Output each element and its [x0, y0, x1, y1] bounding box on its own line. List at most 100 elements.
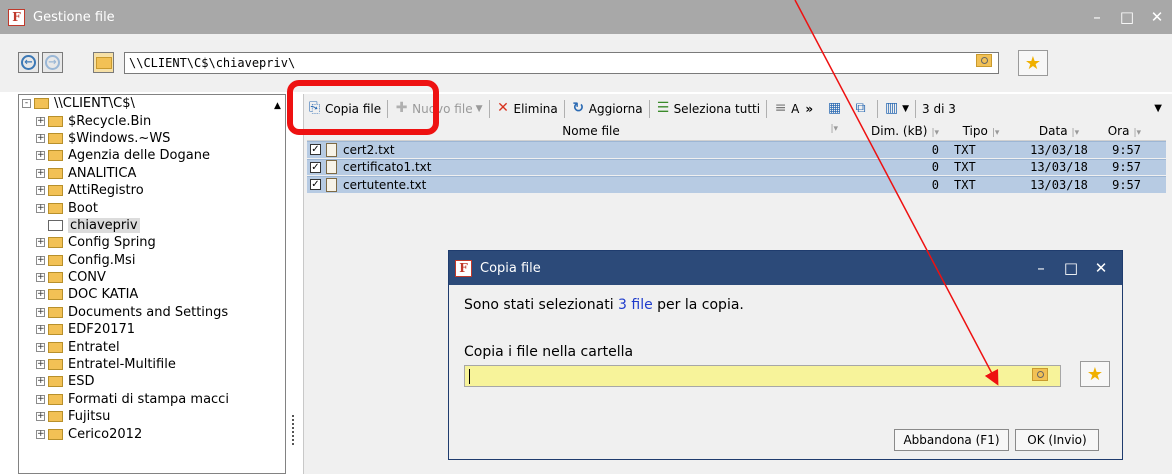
expand-icon[interactable]: + [36, 290, 45, 300]
tree-item[interactable]: + CONV [19, 269, 285, 286]
file-icon-cell [323, 142, 340, 157]
expand-icon[interactable]: + [36, 151, 45, 161]
export-button[interactable]: ⧉ [849, 98, 875, 120]
toolbar-separator [563, 99, 565, 118]
forward-button[interactable]: → [42, 52, 63, 73]
delete-button[interactable]: ✕ Elimina [492, 98, 562, 120]
tree-scroll-up[interactable]: ▲ [270, 96, 285, 116]
folder-tree[interactable]: - \\CLIENT\C$\ + $Recycle.Bin + $Windows.~WS +… [18, 94, 286, 474]
sort-button[interactable]: ≡ A [769, 98, 803, 120]
tree-item[interactable]: + ANALITICA [19, 165, 285, 182]
expand-icon[interactable]: + [36, 203, 45, 213]
tree-item[interactable]: + EDF20171 [19, 321, 285, 338]
tree-item-label: CONV [68, 270, 106, 286]
tree-item[interactable]: + Fujitsu [19, 408, 285, 425]
expand-icon[interactable]: + [36, 116, 45, 126]
header-tipo[interactable]: Tipo |▾ [942, 124, 1020, 138]
destination-folder-input[interactable] [464, 365, 1061, 387]
table-row[interactable]: ✓ certificato1.txt 0 TXT 13/03/18 9:57 [307, 158, 1166, 175]
header-ora[interactable]: Ora |▾ [1098, 124, 1144, 138]
expand-icon[interactable]: + [36, 238, 45, 248]
counter-dropdown-button[interactable]: ▼ [1150, 98, 1166, 120]
select-all-label: Seleziona tutti [673, 101, 761, 116]
columns-button[interactable]: ▥ ▼ [880, 98, 913, 120]
expand-icon[interactable]: + [36, 412, 45, 422]
row-checkbox[interactable]: ✓ [310, 144, 321, 156]
row-checkbox-cell[interactable]: ✓ [307, 179, 323, 191]
tree-item[interactable]: + AttiRegistro [19, 182, 285, 199]
expand-icon[interactable]: + [36, 186, 45, 196]
copy-file-button[interactable]: ⎘ Copia file [303, 98, 385, 120]
text-caret [469, 369, 470, 384]
tree-item[interactable]: + Entratel [19, 338, 285, 355]
expand-icon[interactable]: + [36, 377, 45, 387]
tree-item-label: \\CLIENT\C$\ [54, 96, 135, 112]
refresh-button[interactable]: ↻ Aggiorna [567, 98, 647, 120]
row-checkbox[interactable]: ✓ [310, 161, 321, 173]
row-checkbox[interactable]: ✓ [310, 179, 321, 191]
folder-up-button[interactable] [93, 52, 114, 73]
tree-item[interactable]: + Config.Msi [19, 252, 285, 269]
file-icon-cell [323, 160, 340, 175]
header-dim[interactable]: Dim. (kB) |▾ [842, 124, 942, 138]
tree-item[interactable]: + $Windows.~WS [19, 130, 285, 147]
tree-item[interactable]: + $Recycle.Bin [19, 112, 285, 129]
header-check-column[interactable] [307, 130, 323, 132]
close-button[interactable]: ✕ [1142, 8, 1172, 26]
folder-icon [48, 237, 63, 249]
tree-item[interactable]: + DOC KATIA [19, 286, 285, 303]
expand-icon[interactable]: + [36, 273, 45, 283]
new-file-button[interactable]: ✚ Nuovo file ▼ [390, 98, 486, 120]
tree-item[interactable]: + Entratel-Multifile [19, 356, 285, 373]
dialog-browse-folder-button[interactable] [1032, 368, 1048, 384]
collapse-icon[interactable]: - [22, 99, 31, 109]
expand-icon[interactable]: + [36, 307, 45, 317]
expand-icon[interactable]: + [36, 360, 45, 370]
tree-item[interactable]: + Formati di stampa macci [19, 391, 285, 408]
header-name[interactable]: Nome file |▾ [340, 124, 842, 138]
dialog-title: Copia file [480, 260, 541, 276]
expand-icon[interactable]: + [36, 168, 45, 178]
tree-item[interactable]: + Config Spring [19, 234, 285, 251]
table-row[interactable]: ✓ cert2.txt 0 TXT 13/03/18 9:57 [307, 141, 1166, 158]
table-row[interactable]: ✓ certutente.txt 0 TXT 13/03/18 9:57 [307, 176, 1166, 193]
expand-icon[interactable]: + [36, 394, 45, 404]
tree-item[interactable]: - \\CLIENT\C$\ [19, 95, 285, 112]
ok-button[interactable]: OK (Invio) [1015, 429, 1099, 451]
row-checkbox-cell[interactable]: ✓ [307, 161, 323, 173]
filter-icon: |▾ [1133, 128, 1141, 138]
toolbar-overflow-button[interactable]: » [803, 98, 815, 120]
tree-item[interactable]: + Cerico2012 [19, 425, 285, 442]
expand-icon[interactable]: + [36, 325, 45, 335]
tree-item[interactable]: + Boot [19, 199, 285, 216]
columns-dropdown-icon: ▼ [902, 103, 909, 114]
panel-splitter[interactable] [292, 415, 295, 445]
tree-item[interactable]: + Agenzia delle Dogane [19, 147, 285, 164]
sort-icon: ≡ [774, 100, 787, 116]
folder-icon [48, 289, 63, 301]
tree-item[interactable]: + Documents and Settings [19, 304, 285, 321]
maximize-button[interactable]: □ [1112, 8, 1142, 26]
row-checkbox-cell[interactable]: ✓ [307, 144, 323, 156]
favorites-button[interactable]: ★ [1018, 50, 1048, 76]
dialog-minimize-button[interactable]: – [1026, 259, 1056, 277]
grid-view-button[interactable]: ▦ [823, 98, 849, 120]
browse-folder-button[interactable] [976, 54, 994, 72]
back-button[interactable]: ← [18, 52, 39, 73]
tree-item[interactable]: chiavepriv [19, 217, 285, 234]
expand-icon[interactable]: + [36, 342, 45, 352]
expand-icon[interactable]: + [36, 133, 45, 143]
expand-icon[interactable]: + [36, 255, 45, 265]
select-all-button[interactable]: ☰ Seleziona tutti [652, 98, 765, 120]
folder-icon [48, 393, 63, 405]
minimize-button[interactable]: – [1082, 8, 1112, 26]
dialog-maximize-button[interactable]: □ [1056, 259, 1086, 277]
dialog-close-button[interactable]: ✕ [1086, 259, 1116, 277]
expand-icon[interactable]: + [36, 429, 45, 439]
cancel-button[interactable]: Abbandona (F1) [894, 429, 1009, 451]
dialog-favorites-button[interactable]: ★ [1080, 361, 1110, 387]
record-counter-label: 3 di 3 [922, 101, 956, 116]
path-input[interactable]: \\CLIENT\C$\chiavepriv\ [124, 52, 999, 74]
header-data[interactable]: Data |▾ [1020, 124, 1098, 138]
tree-item[interactable]: + ESD [19, 373, 285, 390]
